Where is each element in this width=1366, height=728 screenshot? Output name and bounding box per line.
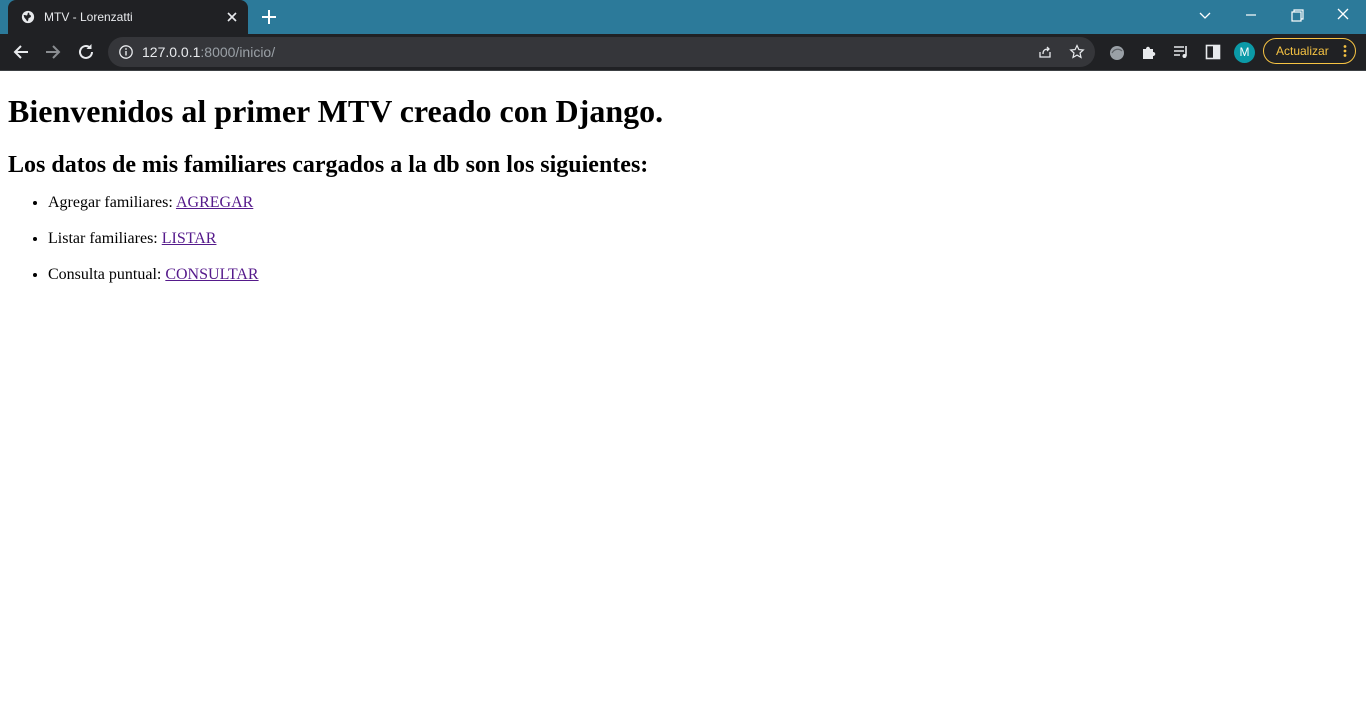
list-item-label: Agregar familiares:	[48, 194, 176, 211]
list-item-label: Listar familiares:	[48, 230, 162, 247]
update-button-label: Actualizar	[1276, 44, 1329, 58]
address-url[interactable]: 127.0.0.1:8000/inicio/	[142, 45, 275, 59]
minimize-icon[interactable]	[1239, 6, 1263, 26]
bookmark-star-icon[interactable]	[1069, 44, 1085, 60]
tab-title: MTV - Lorenzatti	[44, 10, 133, 24]
page-content: Bienvenidos al primer MTV creado con Dja…	[0, 71, 1366, 728]
extension-bird-icon[interactable]	[1108, 43, 1126, 61]
consultar-link[interactable]: CONSULTAR	[165, 266, 258, 283]
share-icon[interactable]	[1037, 44, 1053, 60]
profile-avatar[interactable]: M	[1234, 42, 1255, 63]
extensions-puzzle-icon[interactable]	[1140, 43, 1158, 61]
browser-titlebar: MTV - Lorenzatti	[0, 0, 1366, 34]
update-button[interactable]: Actualizar	[1263, 38, 1356, 64]
list-item-label: Consulta puntual:	[48, 266, 166, 283]
reading-list-icon[interactable]	[1172, 43, 1190, 61]
back-arrow-icon[interactable]	[10, 41, 32, 63]
address-bar[interactable]: 127.0.0.1:8000/inicio/	[108, 37, 1095, 67]
browser-toolbar: 127.0.0.1:8000/inicio/ M Actualizar	[0, 34, 1366, 71]
tab-search-chevron-icon[interactable]	[1193, 6, 1217, 26]
page-subtitle: Los datos de mis familiares cargados a l…	[8, 152, 649, 178]
list-item-listar: Listar familiares: LISTAR	[48, 230, 259, 248]
list-item-agregar: Agregar familiares: AGREGAR	[48, 194, 259, 212]
side-panel-icon[interactable]	[1204, 43, 1222, 61]
close-window-icon[interactable]	[1331, 6, 1355, 26]
reload-icon[interactable]	[75, 41, 97, 63]
address-path: :8000/inicio/	[200, 44, 276, 60]
action-list: Agregar familiares: AGREGAR Listar famil…	[8, 194, 259, 302]
agregar-link[interactable]: AGREGAR	[176, 194, 253, 211]
browser-tab-active[interactable]: MTV - Lorenzatti	[8, 0, 248, 34]
more-menu-icon[interactable]	[1343, 44, 1347, 58]
close-tab-icon[interactable]	[224, 9, 240, 25]
listar-link[interactable]: LISTAR	[162, 230, 217, 247]
address-host: 127.0.0.1	[142, 44, 201, 60]
forward-arrow-icon[interactable]	[42, 41, 64, 63]
restore-icon[interactable]	[1285, 6, 1309, 26]
page-title: Bienvenidos al primer MTV creado con Dja…	[8, 93, 664, 129]
list-item-consultar: Consulta puntual: CONSULTAR	[48, 266, 259, 284]
globe-icon	[21, 10, 35, 24]
new-tab-icon[interactable]	[260, 8, 278, 26]
site-info-icon[interactable]	[118, 44, 134, 60]
